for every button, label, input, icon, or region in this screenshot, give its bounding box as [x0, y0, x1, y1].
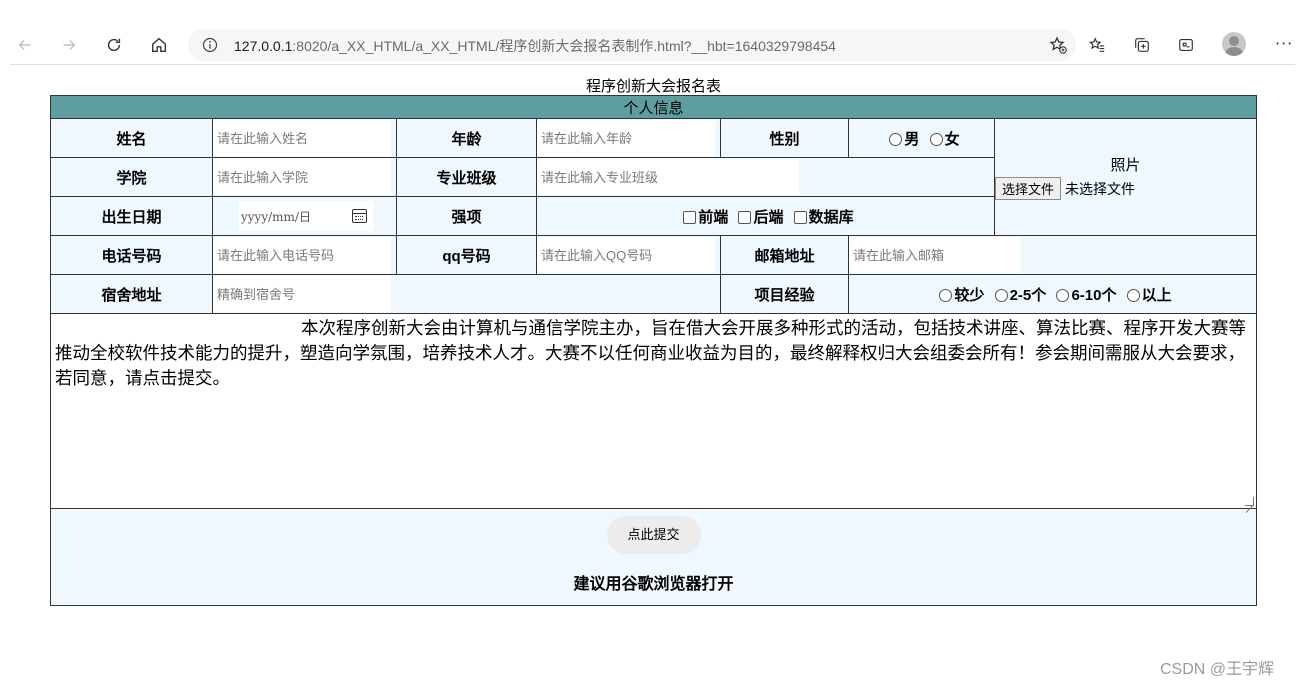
browser-toolbar: 127.0.0.1:8020/a_XX_HTML/a_XX_HTML/程序创新大…	[10, 26, 1295, 65]
exp-more-label: 以上	[1141, 286, 1172, 304]
submit-button[interactable]: 点此提交	[606, 516, 701, 554]
gender-label: 性别	[720, 118, 849, 158]
page-title: 程序创新大会报名表	[585, 78, 721, 95]
forward-arrow-icon[interactable]	[56, 32, 82, 58]
name-input[interactable]	[213, 120, 391, 156]
skill-frontend-checkbox[interactable]	[683, 211, 697, 225]
gender-male-radio[interactable]	[889, 133, 903, 147]
qq-input[interactable]	[537, 237, 715, 273]
profile-avatar[interactable]	[1222, 32, 1246, 56]
gender-female-label: 女	[944, 130, 960, 148]
exp-few-radio[interactable]	[939, 289, 953, 303]
exp-few-label: 较少	[954, 286, 985, 304]
file-status: 未选择文件	[1065, 181, 1136, 197]
add-favorite-icon[interactable]	[1048, 35, 1068, 55]
skills-checkbox-group: 前端 后端 数据库	[536, 196, 995, 236]
skill-backend-checkbox[interactable]	[738, 211, 752, 225]
exp-2-5-label: 2-5个	[1009, 286, 1047, 304]
major-label: 专业班级	[396, 157, 537, 197]
email-label: 邮箱地址	[720, 235, 849, 275]
age-label: 年龄	[396, 118, 537, 158]
email-input[interactable]	[849, 237, 1021, 273]
dorm-label: 宿舍地址	[50, 274, 213, 314]
birth-date-placeholder: yyyy/mm/日	[241, 209, 311, 224]
gender-male-label: 男	[904, 130, 920, 148]
photo-cell: 照片 选择文件 未选择文件	[993, 118, 1258, 236]
url-host: 127.0.0.1	[234, 38, 293, 54]
major-input[interactable]	[537, 159, 799, 195]
submit-area: 点此提交 建议用谷歌浏览器打开	[49, 508, 1258, 606]
browser-note: 建议用谷歌浏览器打开	[573, 576, 734, 593]
registration-form: 个人信息 姓名 年龄 性别 男 女 照片 选择文件未选择文件 学院 专业班级 出…	[49, 95, 1258, 606]
phone-input[interactable]	[213, 237, 391, 273]
exp-more-radio[interactable]	[1126, 289, 1140, 303]
more-icon[interactable]: ···	[1275, 34, 1293, 53]
exp-6-10-radio[interactable]	[1056, 289, 1070, 303]
calendar-icon[interactable]	[352, 209, 367, 223]
back-arrow-icon[interactable]	[12, 32, 38, 58]
photo-label: 照片	[1110, 157, 1141, 174]
skill-database-label: 数据库	[808, 208, 854, 226]
exp-6-10-label: 6-10个	[1071, 286, 1117, 304]
choose-file-button[interactable]: 选择文件	[995, 177, 1062, 200]
phone-label: 电话号码	[50, 235, 213, 275]
age-input[interactable]	[537, 120, 715, 156]
skill-backend-label: 后端	[753, 208, 784, 226]
favorites-icon[interactable]	[1084, 32, 1110, 58]
skill-frontend-label: 前端	[698, 208, 729, 226]
college-input[interactable]	[213, 159, 391, 195]
college-label: 学院	[50, 157, 213, 197]
skill-database-checkbox[interactable]	[793, 211, 807, 225]
refresh-icon[interactable]	[101, 32, 127, 58]
experience-label: 项目经验	[720, 274, 849, 314]
resize-handle[interactable]	[1245, 497, 1255, 506]
url-path: :8020/a_XX_HTML/a_XX_HTML/程序创新大会报名表制作.ht…	[292, 38, 836, 54]
dorm-input[interactable]	[213, 276, 391, 312]
screenshot-icon[interactable]	[1173, 32, 1199, 58]
section-header: 个人信息	[49, 95, 1258, 119]
info-icon[interactable]	[202, 37, 218, 53]
home-icon[interactable]	[146, 32, 172, 58]
birth-date-input[interactable]: yyyy/mm/日	[239, 201, 373, 231]
name-label: 姓名	[50, 118, 213, 158]
experience-radio-group: 较少 2-5个 6-10个 以上	[847, 274, 1258, 314]
exp-2-5-radio[interactable]	[994, 289, 1008, 303]
gender-radio-group: 男 女	[848, 118, 995, 158]
url-text: 127.0.0.1:8020/a_XX_HTML/a_XX_HTML/程序创新大…	[234, 36, 836, 56]
intro-text: 本次程序创新大会由计算机与通信学院主办，旨在借大会开展多种形式的活动，包括技术讲…	[55, 319, 1246, 389]
intro-textarea[interactable]: 本次程序创新大会由计算机与通信学院主办，旨在借大会开展多种形式的活动，包括技术讲…	[49, 313, 1258, 509]
address-bar[interactable]: 127.0.0.1:8020/a_XX_HTML/a_XX_HTML/程序创新大…	[188, 29, 1076, 61]
skills-label: 强项	[396, 196, 537, 236]
watermark: CSDN @王宇辉	[1160, 661, 1275, 678]
gender-female-radio[interactable]	[929, 133, 943, 147]
birth-label: 出生日期	[50, 196, 213, 236]
qq-label: qq号码	[396, 235, 537, 275]
collections-icon[interactable]	[1129, 32, 1155, 58]
